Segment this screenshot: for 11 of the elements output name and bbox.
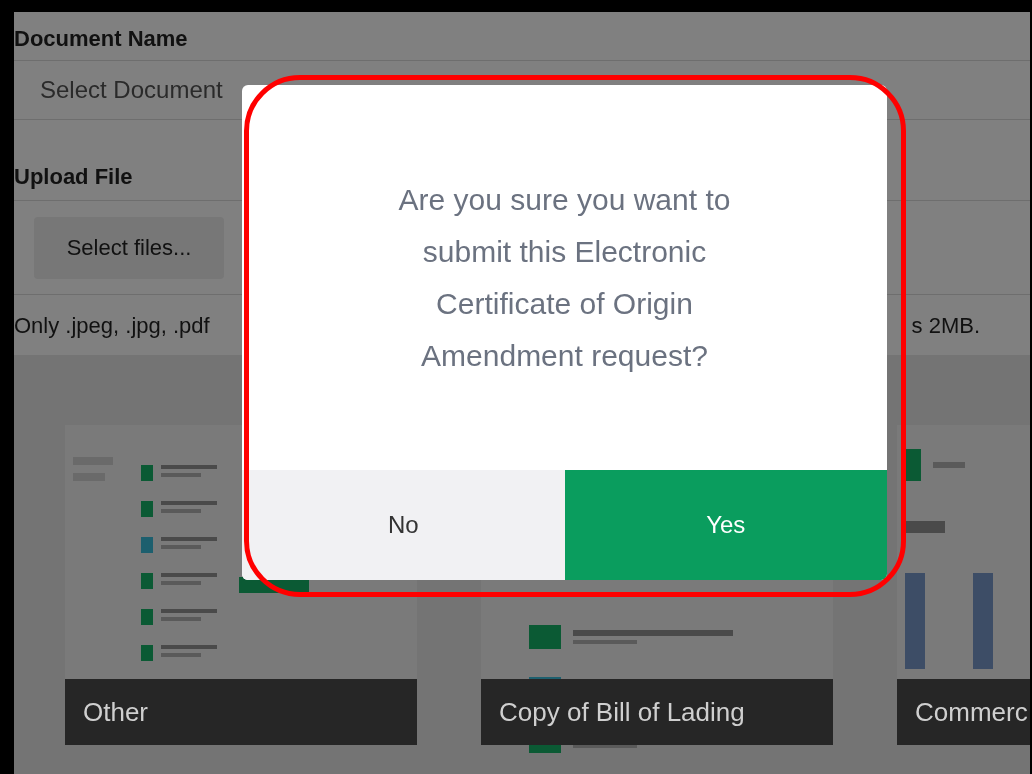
preview-caption: Other (65, 679, 417, 745)
preview-caption: Commerc (897, 679, 1030, 745)
field-label: Document Name (14, 25, 189, 53)
dialog-message: Are you sure you want to submit this Electronic Certificate of Origin Amendment request? (397, 181, 732, 374)
field-label: Upload File (14, 163, 134, 191)
no-button[interactable]: No (242, 470, 565, 580)
preview-caption: Copy of Bill of Lading (481, 679, 833, 745)
yes-button[interactable]: Yes (564, 470, 887, 580)
select-files-button[interactable]: Select files... (34, 216, 224, 279)
file-type-hint: Only .jpeg, .jpg, .pdf (14, 311, 210, 340)
file-size-hint: s 2MB. (911, 311, 980, 340)
